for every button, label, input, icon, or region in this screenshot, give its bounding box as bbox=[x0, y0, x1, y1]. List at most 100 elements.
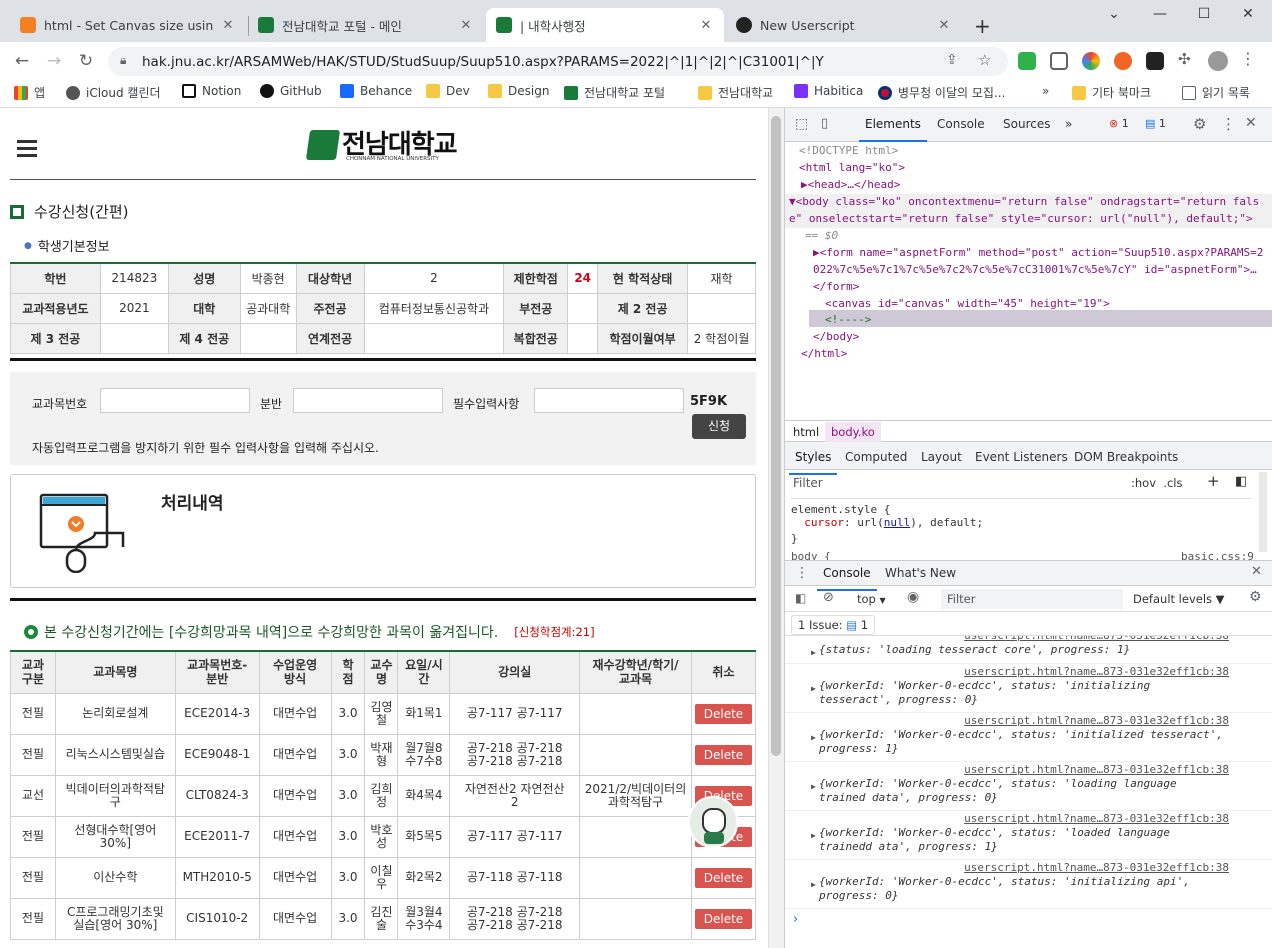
close-icon[interactable]: ✕ bbox=[1245, 115, 1257, 131]
drawer-tab-console[interactable]: Console bbox=[817, 566, 877, 591]
console-message[interactable]: userscript.html?name…873-031e32eff1cb:38… bbox=[785, 636, 1272, 664]
style-decl[interactable]: cursor: url(null), default; bbox=[791, 514, 983, 531]
column-header[interactable]: 수업운영 방식 bbox=[258, 650, 332, 694]
share-icon[interactable]: ⇪ bbox=[946, 52, 958, 68]
dom-line[interactable]: </html> bbox=[801, 345, 847, 362]
avatar[interactable] bbox=[1208, 51, 1228, 71]
hamburger-menu-icon[interactable] bbox=[17, 140, 37, 143]
reading-list[interactable]: 읽기 목록 bbox=[1182, 84, 1250, 101]
column-header[interactable]: 강의실 bbox=[449, 650, 581, 694]
section-input[interactable] bbox=[293, 388, 443, 413]
bookmark-folder[interactable]: Dev bbox=[426, 84, 470, 98]
column-header[interactable]: 교과목번호- 분반 bbox=[174, 650, 260, 694]
close-icon[interactable]: ✕ bbox=[698, 18, 714, 33]
console-message[interactable]: userscript.html?name…873-031e32eff1cb:38… bbox=[785, 713, 1272, 762]
bookmark-item[interactable]: GitHub bbox=[260, 84, 322, 98]
dom-line[interactable]: <!DOCTYPE html> bbox=[799, 142, 898, 159]
new-tab-button[interactable]: + bbox=[974, 14, 991, 38]
sidebar-toggle-icon[interactable]: ◧ bbox=[795, 591, 806, 605]
university-logo[interactable]: 전남대학교 CHONNAM NATIONAL UNIVERSITY bbox=[305, 130, 458, 162]
tab-event-listeners[interactable]: Event Listeners bbox=[975, 450, 1068, 464]
dom-line[interactable]: <canvas id="canvas" width="45" height="1… bbox=[825, 295, 1110, 312]
scrollbar-thumb[interactable] bbox=[771, 116, 781, 756]
captcha-input[interactable] bbox=[534, 388, 684, 413]
dom-line[interactable]: ▶<head>…</head> bbox=[801, 176, 900, 193]
expand-arrow-icon[interactable]: ▶ bbox=[811, 829, 816, 843]
console-source-link[interactable]: userscript.html?name…873-031e32eff1cb:38 bbox=[964, 714, 1229, 728]
tab-elements[interactable]: Elements bbox=[859, 117, 927, 142]
star-icon[interactable]: ☆ bbox=[978, 51, 991, 69]
dom-line-form[interactable]: ▶<form name="aspnetForm" method="post" a… bbox=[813, 244, 1269, 278]
tab-sources[interactable]: Sources bbox=[1003, 117, 1050, 131]
gear-icon[interactable]: ⚙ bbox=[1249, 589, 1262, 605]
console-message[interactable]: userscript.html?name…873-031e32eff1cb:38… bbox=[785, 664, 1272, 713]
bookmark-item[interactable]: Habitica bbox=[794, 84, 863, 98]
expand-arrow-icon[interactable]: ▶ bbox=[811, 780, 816, 794]
gear-icon[interactable]: ⚙ bbox=[1193, 115, 1206, 133]
dom-line[interactable]: <html lang="ko"> bbox=[799, 159, 905, 176]
column-header[interactable]: 교과 구분 bbox=[10, 650, 56, 694]
column-header[interactable]: 교수 명 bbox=[364, 650, 399, 694]
close-icon[interactable]: ✕ bbox=[936, 18, 952, 33]
console-prompt-icon[interactable]: › bbox=[793, 912, 798, 927]
dom-line-body[interactable]: ▼<body class="ko" oncontextmenu="return … bbox=[789, 193, 1269, 227]
hov-cls-toggle[interactable]: :hov .cls bbox=[1131, 476, 1182, 490]
expand-arrow-icon[interactable]: ▶ bbox=[811, 878, 816, 892]
delete-button[interactable]: Delete bbox=[694, 744, 752, 765]
console-source-link[interactable]: userscript.html?name…873-031e32eff1cb:38 bbox=[964, 763, 1229, 777]
minimize-icon[interactable]: — bbox=[1140, 6, 1180, 28]
column-header[interactable]: 교과목명 bbox=[54, 650, 176, 694]
console-filter-input[interactable]: Filter bbox=[941, 589, 1123, 609]
bookmark-item[interactable]: 전남대학교 포털 bbox=[564, 84, 665, 101]
console-message[interactable]: userscript.html?name…873-031e32eff1cb:38… bbox=[785, 811, 1272, 860]
bookmark-item[interactable]: iCloud 캘린더 bbox=[66, 84, 161, 101]
issue-badge[interactable]: ▤ 1 bbox=[1145, 117, 1166, 130]
console-source-link[interactable]: userscript.html?name…873-031e32eff1cb:38 bbox=[964, 861, 1229, 875]
bookmark-item[interactable]: Behance bbox=[340, 84, 412, 98]
breadcrumb-html[interactable]: html bbox=[793, 425, 819, 439]
console-message[interactable]: userscript.html?name…873-031e32eff1cb:38… bbox=[785, 762, 1272, 811]
styles-scrollbar[interactable] bbox=[1259, 472, 1267, 552]
x-extension-icon[interactable] bbox=[1114, 52, 1132, 70]
back-icon[interactable]: ← bbox=[10, 49, 34, 73]
tab-layout[interactable]: Layout bbox=[921, 450, 962, 464]
add-rule-icon[interactable]: + bbox=[1207, 472, 1220, 490]
sidebar-toggle-icon[interactable]: ◧ bbox=[1235, 474, 1247, 489]
delete-button[interactable]: Delete bbox=[694, 908, 752, 929]
error-badge[interactable]: ⊗ 1 bbox=[1109, 117, 1129, 130]
reload-icon[interactable]: ↻ bbox=[74, 49, 98, 73]
dom-line[interactable]: </form> bbox=[813, 278, 859, 295]
inspect-element-icon[interactable]: ⬚ bbox=[795, 116, 808, 132]
delete-button[interactable]: Delete bbox=[694, 867, 752, 888]
more-tabs-icon[interactable]: » bbox=[1065, 117, 1072, 131]
issues-button[interactable]: 1 Issue: ▤ 1 bbox=[791, 615, 876, 635]
console-source-link[interactable]: userscript.html?name…873-031e32eff1cb:38 bbox=[964, 636, 1229, 643]
chevron-down-icon[interactable]: ⌄ bbox=[1094, 6, 1134, 28]
column-header[interactable]: 재수강학년/학기/ 교과목 bbox=[579, 650, 692, 694]
bookmark-item[interactable]: 병무청 이달의 모집... bbox=[878, 84, 1005, 101]
log-levels-select[interactable]: Default levels ▼ bbox=[1133, 592, 1225, 606]
tab-computed[interactable]: Computed bbox=[845, 450, 907, 464]
device-toolbar-icon[interactable]: ▯ bbox=[821, 116, 828, 131]
browser-tab[interactable]: New Userscript ✕ bbox=[726, 8, 962, 42]
bookmark-folder[interactable]: Design bbox=[488, 84, 549, 98]
breadcrumb-body[interactable]: body.ko bbox=[825, 422, 881, 442]
drawer-tab-whats-new[interactable]: What's New bbox=[885, 566, 956, 580]
column-header[interactable]: 학 점 bbox=[330, 650, 366, 694]
column-header[interactable]: 요일/시 간 bbox=[397, 650, 451, 694]
expand-arrow-icon[interactable]: ▶ bbox=[811, 731, 816, 745]
maximize-icon[interactable]: ☐ bbox=[1184, 6, 1224, 28]
expand-arrow-icon[interactable]: ▶ bbox=[811, 682, 816, 696]
column-header[interactable]: 취소 bbox=[690, 650, 757, 694]
dom-line[interactable]: </body> bbox=[813, 328, 859, 345]
bookmark-folder[interactable]: 전남대학교 bbox=[698, 84, 773, 101]
console-source-link[interactable]: userscript.html?name…873-031e32eff1cb:38 bbox=[964, 812, 1229, 826]
bookmark-apps[interactable]: 앱 bbox=[14, 84, 45, 101]
course-no-input[interactable] bbox=[100, 388, 250, 413]
clear-console-icon[interactable]: ⊘ bbox=[823, 590, 834, 605]
eye-icon[interactable]: ◉ bbox=[907, 589, 919, 605]
delete-button[interactable]: Delete bbox=[694, 703, 752, 724]
console-message[interactable]: userscript.html?name…873-031e32eff1cb:38… bbox=[785, 860, 1272, 909]
forward-icon[interactable]: → bbox=[42, 49, 66, 73]
menu-kebab-icon[interactable]: ⋮ bbox=[1240, 49, 1258, 68]
